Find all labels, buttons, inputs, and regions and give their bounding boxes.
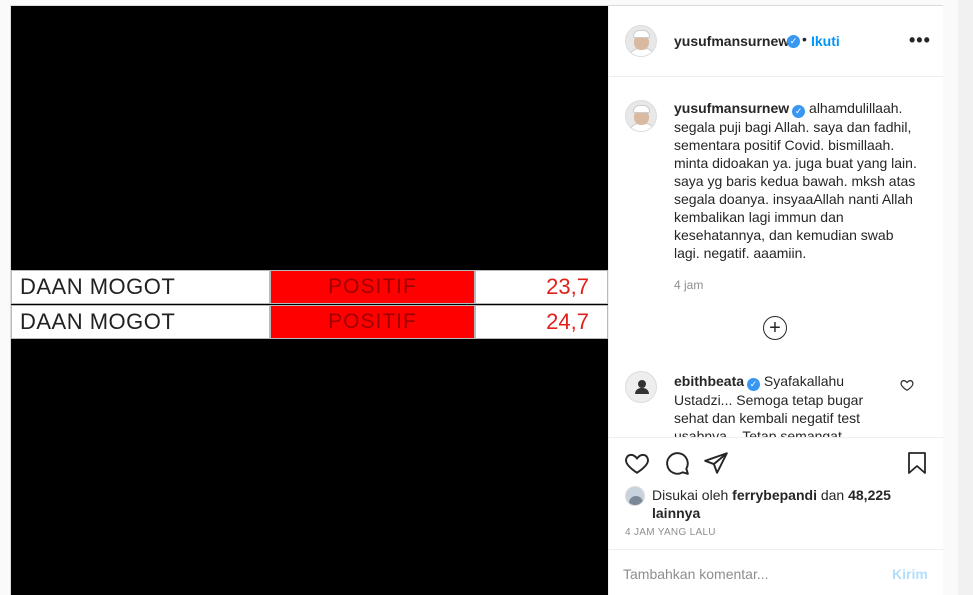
heart-icon[interactable]: [900, 378, 914, 392]
share-icon[interactable]: [703, 450, 729, 476]
comment-input[interactable]: [623, 562, 873, 586]
post-caption: yusufmansurnew ✓ alhamdulillaah. segala p…: [674, 99, 919, 262]
verified-icon: ✓: [792, 105, 806, 118]
add-circle-icon[interactable]: +: [763, 316, 787, 340]
bookmark-icon[interactable]: [905, 450, 929, 476]
author-username[interactable]: yusufmansurnew: [674, 33, 789, 49]
value-cell: 23,7: [475, 270, 608, 304]
likes-conj: dan: [820, 487, 845, 503]
post-comment-button[interactable]: Kirim: [892, 566, 928, 582]
comment-item: ebithbeata ✓ Syafakallahu Ustadzi... Semo…: [674, 372, 894, 437]
value-cell: 24,7: [475, 305, 608, 339]
verified-icon: ✓: [747, 378, 761, 391]
table-row: DAAN MOGOT POSITIF 24,7: [11, 305, 608, 339]
caption-text: alhamdulillaah. segala puji bagi Allah. …: [674, 100, 917, 261]
liker-username[interactable]: ferrybepandi: [732, 487, 817, 503]
separator-dot: •: [802, 31, 807, 47]
post-modal: DAAN MOGOT POSITIF 23,7 DAAN MOGOT POSIT…: [10, 5, 943, 595]
heart-icon[interactable]: [624, 450, 650, 476]
likes-prefix: Disukai oleh: [652, 487, 729, 503]
table-row: DAAN MOGOT POSITIF 23,7: [11, 270, 608, 304]
avatar[interactable]: [625, 25, 657, 57]
page-scrollbar[interactable]: [958, 0, 973, 595]
post-header: yusufmansurnew ✓ • Ikuti •••: [609, 6, 943, 77]
caption-username[interactable]: yusufmansurnew: [674, 100, 789, 116]
follow-button[interactable]: Ikuti: [811, 33, 840, 49]
result-cell: POSITIF: [270, 305, 475, 339]
post-timestamp[interactable]: 4 JAM YANG LALU: [625, 527, 716, 538]
add-comment-bar: Kirim: [609, 549, 943, 595]
avatar[interactable]: [625, 486, 645, 506]
likes-summary: Disukai oleh ferrybepandi dan 48,225 lai…: [652, 486, 902, 522]
result-cell: POSITIF: [270, 270, 475, 304]
location-cell: DAAN MOGOT: [11, 305, 270, 339]
location-cell: DAAN MOGOT: [11, 270, 270, 304]
comment-list: ebithbeata ✓ Syafakallahu Ustadzi... Semo…: [609, 361, 943, 437]
avatar[interactable]: [625, 100, 657, 132]
comment-icon[interactable]: [664, 450, 690, 476]
post-image[interactable]: DAAN MOGOT POSITIF 23,7 DAAN MOGOT POSIT…: [11, 6, 608, 595]
avatar[interactable]: [625, 371, 657, 403]
post-actions: Disukai oleh ferrybepandi dan 48,225 lai…: [609, 437, 943, 595]
more-icon[interactable]: •••: [909, 30, 931, 51]
verified-icon: ✓: [787, 35, 800, 48]
caption-timestamp[interactable]: 4 jam: [674, 278, 703, 292]
side-panel: yusufmansurnew ✓ • Ikuti ••• yusufmansur…: [609, 6, 943, 595]
comment-username[interactable]: ebithbeata: [674, 373, 744, 389]
